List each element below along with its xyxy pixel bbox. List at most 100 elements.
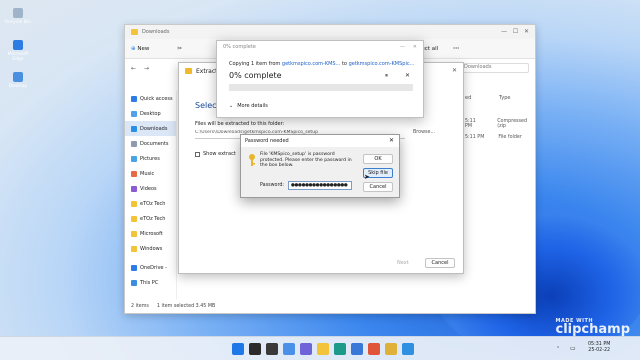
desktop-icon [13,72,23,82]
sidebar-item-label: Pictures [140,155,160,162]
cloud-icon [131,264,137,271]
explorer-titlebar: Downloads — ☐ ✕ [125,25,535,39]
folder-icon [131,200,137,207]
folder-icon [131,29,138,35]
sidebar-item-label: eTOz Tech [140,200,166,207]
show-extracted-checkbox[interactable]: Show extract [195,151,236,157]
sidebar-item-label: Downloads [140,125,168,132]
desktop-icon-item[interactable]: Recycle Bin [4,8,32,25]
sidebar-item[interactable]: Downloads [125,121,176,136]
task-view-icon[interactable] [266,343,278,355]
clock-date: 25-02-22 [588,348,611,353]
cancel-button[interactable]: Cancel [363,182,393,192]
password-dialog: Password needed ✕ File 'KMSpico_setup' i… [240,134,400,198]
password-title: Password needed [245,138,289,144]
copy-progress-bar [229,84,413,91]
widgets-icon[interactable] [283,343,295,355]
shield-icon[interactable] [402,343,414,355]
window-controls[interactable]: — ☐ ✕ [501,28,529,35]
sidebar-item[interactable]: Videos [125,181,176,196]
sidebar-item-label: Windows [140,245,163,252]
forward-icon[interactable]: → [144,65,149,72]
more-button[interactable]: ··· [453,46,459,52]
sidebar-item[interactable]: Pictures [125,151,176,166]
tray-chevron-icon[interactable]: ⌃ [556,346,560,352]
picture-icon [131,155,137,162]
more-details-toggle[interactable]: ⌄ More details [229,103,268,109]
new-button[interactable]: ⊕ New [131,46,149,52]
pause-icon[interactable]: ⏸ [385,72,388,80]
sidebar-item[interactable]: Documents [125,136,176,151]
copy-title: 0% complete [223,44,256,50]
sidebar-item[interactable]: eTOz Tech [125,211,176,226]
sidebar-item[interactable]: eTOz Tech [125,196,176,211]
checkbox-icon [195,151,200,157]
sidebar-item-label: This PC [140,279,159,286]
file-explorer-icon[interactable] [317,343,329,355]
ok-button[interactable]: OK [363,154,393,164]
chevron-down-icon: ⌄ [229,103,234,109]
desktop-icon-item[interactable]: Desktop [4,72,32,89]
sidebar-item[interactable]: OneDrive - [125,260,176,275]
office-icon[interactable] [368,343,380,355]
cancel-button[interactable]: Cancel [425,258,455,268]
source-link[interactable]: getkmspico.com-KMS... [282,61,340,67]
selection-info: 1 item selected 3.45 MB [156,303,216,309]
sidebar-item[interactable]: Music [125,166,176,181]
chrome-icon[interactable] [385,343,397,355]
sidebar-item[interactable]: Windows [125,241,176,256]
sidebar-item-label: Desktop [140,110,161,117]
column-date-header[interactable]: ed [465,95,471,101]
sidebar-item[interactable]: This PC [125,275,176,290]
destination-label: Files will be extracted to this folder: [195,121,285,127]
browse-button[interactable]: Browse... [413,130,435,135]
sidebar-item[interactable]: Desktop [125,106,176,121]
sidebar-item-label: Music [140,170,155,177]
back-icon[interactable]: ← [131,65,136,72]
desktop-icon [131,110,137,117]
copy-description: Copying 1 item from getkmspico.com-KMS..… [229,61,415,67]
stop-icon[interactable]: ✕ [405,72,410,79]
cut-icon[interactable]: ✂ [177,46,182,52]
copy-progress-text: 0% complete [229,71,282,80]
desktop-icon-label: Recycle Bin [5,20,31,25]
folder-icon [131,215,137,222]
tray-network-icon[interactable]: ▭ [570,345,576,352]
mouse-cursor-icon: ➤ [364,173,370,181]
password-input[interactable]: ●●●●●●●●●●●●●●●● [288,181,352,190]
search-box[interactable]: Downloads [459,63,529,73]
store-icon[interactable] [351,343,363,355]
key-icon [247,153,257,167]
destination-link[interactable]: getkmspico.com-KMSpic... [349,61,415,67]
desktop-icon-item[interactable]: Microsoft Edge [4,40,32,62]
search-icon[interactable] [249,343,261,355]
list-item[interactable]: 5:11 PM Compressed (zip [465,119,535,129]
chat-icon[interactable] [300,343,312,355]
close-icon[interactable]: ✕ [413,44,417,50]
star-icon [131,95,137,102]
password-message: File 'KMSpico_setup' is password protect… [260,152,352,169]
close-icon[interactable]: ✕ [452,67,457,74]
zip-folder-icon [185,68,192,74]
item-date: 5:11 PM [465,135,485,140]
minimize-icon[interactable]: — [400,44,405,50]
close-icon[interactable]: ✕ [389,137,394,144]
edge-icon[interactable] [334,343,346,355]
item-count: 2 items [131,303,149,309]
document-icon [131,140,137,147]
clock[interactable]: 05:31 PM 25-02-22 [588,342,610,354]
list-item[interactable]: 5:11 PM File folder [465,135,522,140]
video-icon [131,185,137,192]
column-type-header[interactable]: Type [499,95,510,101]
start-icon[interactable] [232,343,244,355]
sidebar-item-label: OneDrive - [140,264,167,271]
next-button[interactable]: Next [397,260,409,266]
taskbar: ⌃ ▭ 05:31 PM 25-02-22 [0,336,640,360]
sidebar-item[interactable]: Microsoft [125,226,176,241]
copy-progress-dialog: 0% complete — ✕ Copying 1 item from getk… [216,40,424,118]
item-type: Compressed (zip [497,119,528,129]
copy-titlebar: 0% complete — ✕ [217,41,423,53]
sidebar-item[interactable]: Quick access [125,91,176,106]
sidebar-item-label: Videos [140,185,157,192]
wizard-title: Extract [196,67,218,75]
